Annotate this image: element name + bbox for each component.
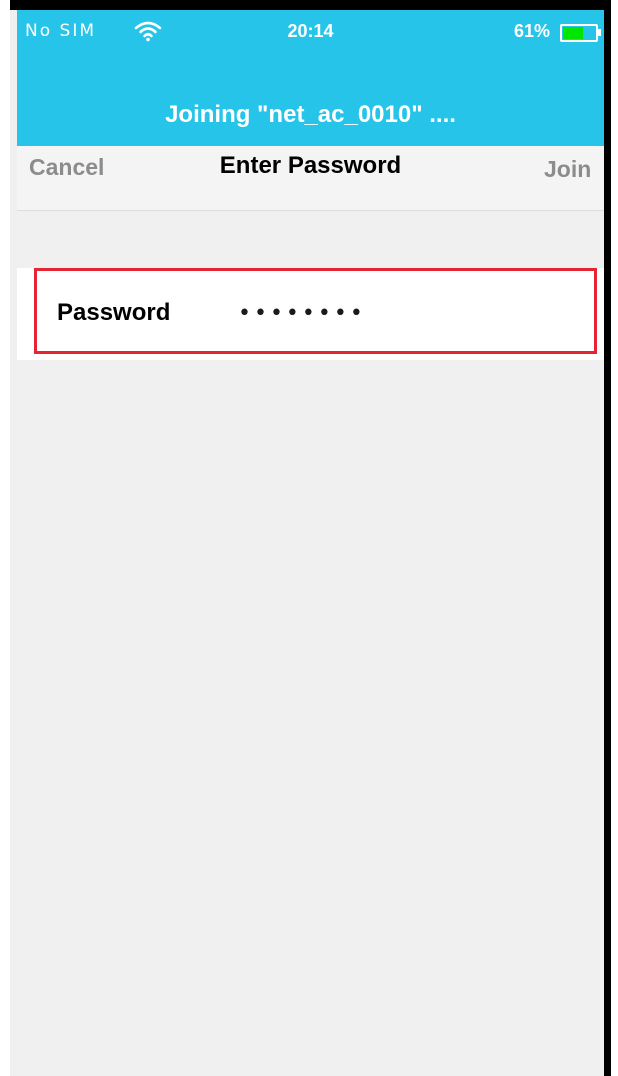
title-bar: Joining "net_ac_0010" .... <box>17 54 604 146</box>
battery-level-fill <box>563 27 583 39</box>
join-button[interactable]: Join <box>544 156 591 183</box>
password-dialog-nav: Cancel Enter Password Join <box>17 146 604 211</box>
status-bar: No SIM 20:14 61% <box>17 10 604 54</box>
battery-tip <box>598 29 601 36</box>
battery-percent: 61% <box>514 21 551 41</box>
device-frame-right <box>604 10 611 1076</box>
page-title: Joining "net_ac_0010" .... <box>165 101 456 128</box>
highlight-box <box>34 268 597 354</box>
phone-screen: No SIM 20:14 61% Joining "net_ac_0010" .… <box>10 10 610 1076</box>
battery-icon <box>560 24 598 42</box>
dialog-title: Enter Password <box>219 152 402 179</box>
device-frame-top <box>10 0 611 10</box>
